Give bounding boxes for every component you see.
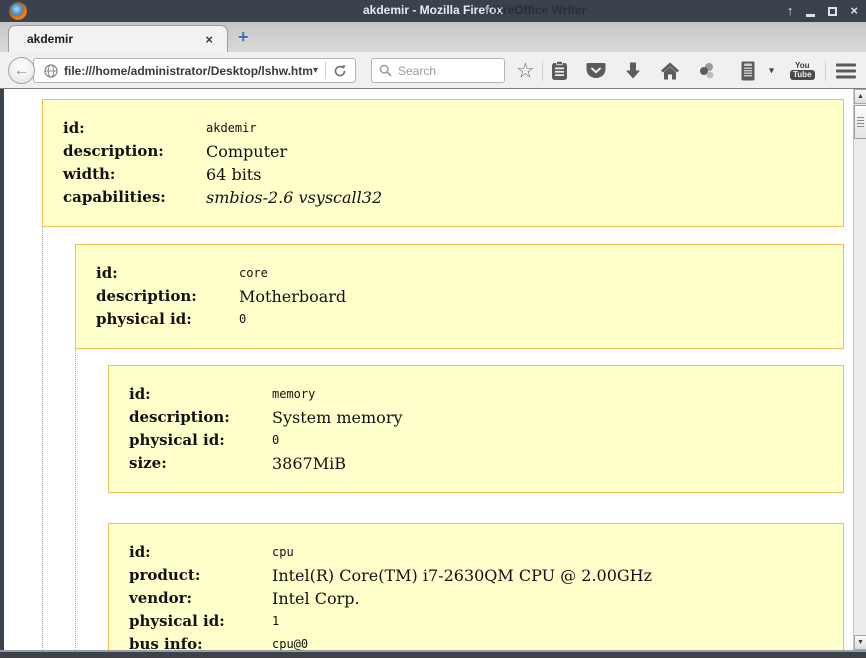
extension-dropdown-icon[interactable]: ▾	[769, 65, 774, 76]
field-value: Motherboard	[239, 285, 346, 308]
field-label: id:	[129, 541, 272, 564]
back-button[interactable]: ←	[8, 57, 35, 84]
field-label: vendor:	[129, 587, 272, 610]
field-label: bus info:	[129, 633, 272, 650]
lshw-page: id:akdemir description:Computer width:64…	[4, 89, 853, 650]
lshw-node-cpu: id:cpu product:Intel(R) Core(TM) i7-2630…	[108, 523, 844, 650]
field-label: description:	[63, 140, 206, 163]
field-value: 1	[272, 610, 279, 633]
field-value: Computer	[206, 140, 287, 163]
share-icon[interactable]	[697, 61, 717, 81]
search-input[interactable]	[398, 64, 504, 78]
keep-above-icon[interactable]: ↑	[787, 0, 794, 22]
background-window-title: LibreOffice Writer	[485, 3, 586, 17]
field-label: physical id:	[129, 429, 272, 452]
field-label: physical id:	[96, 308, 239, 331]
field-label: size:	[129, 452, 272, 475]
lshw-node-core: id:core description:Motherboard physical…	[75, 244, 844, 349]
field-value: memory	[272, 383, 315, 406]
tab-akdemir[interactable]: akdemir ×	[8, 25, 228, 52]
toolbar-divider	[542, 61, 543, 81]
field-value: smbios-2.6 vsyscall32	[206, 186, 382, 209]
menu-hamburger-icon[interactable]	[836, 63, 856, 78]
search-bar[interactable]	[371, 58, 505, 83]
field-label: description:	[129, 406, 272, 429]
field-label: capabilities:	[63, 186, 206, 209]
new-tab-button[interactable]: +	[238, 27, 249, 48]
bookmark-star-icon[interactable]: ☆	[516, 60, 535, 81]
field-label: physical id:	[129, 610, 272, 633]
tab-close-icon[interactable]: ×	[205, 32, 213, 47]
urlbar-divider	[325, 62, 326, 79]
field-label: product:	[129, 564, 272, 587]
globe-icon	[44, 64, 58, 78]
field-label: description:	[96, 285, 239, 308]
lshw-node-computer: id:akdemir description:Computer width:64…	[42, 99, 844, 227]
home-icon[interactable]	[660, 61, 680, 80]
field-value: cpu@0	[272, 633, 308, 650]
field-label: id:	[129, 383, 272, 406]
tab-label: akdemir	[27, 32, 205, 46]
titlebar: akdemir - Mozilla Firefox LibreOffice Wr…	[0, 0, 866, 22]
field-value: System memory	[272, 406, 403, 429]
navigation-toolbar: ← file:///home/administrator/Desktop/lsh…	[0, 52, 866, 89]
downloads-icon[interactable]	[624, 61, 642, 80]
vertical-scrollbar[interactable]: ▲ ▼	[853, 89, 866, 650]
maximize-icon[interactable]	[828, 7, 837, 16]
field-label: id:	[63, 117, 206, 140]
field-value: cpu	[272, 541, 294, 564]
youtube-icon[interactable]: You Tube	[790, 62, 815, 80]
close-icon[interactable]: ×	[850, 0, 858, 22]
field-value: core	[239, 262, 268, 285]
lshw-indent-level-1: id:core description:Motherboard physical…	[42, 227, 844, 650]
url-dropdown-icon[interactable]: ▾	[313, 65, 318, 76]
url-text[interactable]: file:///home/administrator/Desktop/lshw.…	[64, 64, 313, 78]
window-title: akdemir - Mozilla Firefox	[0, 3, 866, 17]
field-value: 0	[272, 429, 279, 452]
reload-icon[interactable]	[333, 64, 347, 78]
lshw-node-memory: id:memory description:System memory phys…	[108, 365, 844, 493]
search-icon	[379, 64, 392, 77]
field-value: 0	[239, 308, 246, 331]
back-arrow-icon: ←	[14, 63, 30, 79]
firefox-window: akdemir - Mozilla Firefox LibreOffice Wr…	[0, 0, 866, 659]
extension-server-icon[interactable]	[739, 60, 757, 81]
toolbar-divider	[825, 61, 826, 81]
field-value: Intel(R) Core(TM) i7-2630QM CPU @ 2.00GH…	[272, 564, 652, 587]
window-bottom-border	[0, 650, 866, 658]
lshw-indent-level-2: id:memory description:System memory phys…	[75, 349, 844, 650]
tab-strip: akdemir × +	[0, 22, 866, 52]
scroll-down-icon[interactable]: ▼	[854, 635, 866, 650]
field-label: id:	[96, 262, 239, 285]
bookmarks-clipboard-icon[interactable]	[550, 60, 569, 81]
field-value: 64 bits	[206, 163, 261, 186]
field-value: akdemir	[206, 117, 257, 140]
window-left-border	[0, 89, 4, 658]
scroll-up-icon[interactable]: ▲	[854, 89, 866, 104]
minimize-icon[interactable]	[806, 14, 815, 17]
pocket-icon[interactable]	[586, 62, 606, 80]
field-value: 3867MiB	[272, 452, 346, 475]
url-bar[interactable]: file:///home/administrator/Desktop/lshw.…	[33, 58, 356, 83]
field-value: Intel Corp.	[272, 587, 360, 610]
scrollbar-thumb[interactable]	[854, 105, 866, 139]
field-label: width:	[63, 163, 206, 186]
browser-viewport: id:akdemir description:Computer width:64…	[0, 89, 866, 658]
